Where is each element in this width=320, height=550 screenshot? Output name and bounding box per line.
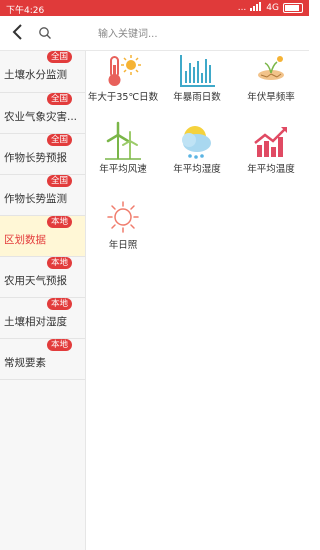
status-bar: 下午4:26 ... 4G <box>0 0 309 16</box>
sidebar-item-zoning-data[interactable]: 本地 区划数据 <box>0 216 85 257</box>
grid-item-annual-sunshine[interactable]: 年日照 <box>86 197 160 252</box>
grid-item-label: 年平均风速 <box>99 164 147 175</box>
scope-badge: 本地 <box>46 257 72 269</box>
grid-item-hot-days[interactable]: 年大于35℃日数 <box>86 53 160 104</box>
sidebar-item-soil-relative-humidity[interactable]: 本地 土壤相对湿度 <box>0 298 85 339</box>
scope-badge: 全国 <box>46 93 72 105</box>
drought-icon <box>258 56 284 80</box>
grid-item-label: 年平均湿度 <box>173 164 221 175</box>
sidebar-item-agri-disaster[interactable]: 全国 农业气象灾害... <box>0 93 85 134</box>
grid-item-label: 年暴雨日数 <box>173 92 221 103</box>
sidebar-item-label: 农业气象灾害... <box>4 111 78 123</box>
search-input[interactable] <box>96 23 300 45</box>
temperature-trend-icon <box>254 127 287 157</box>
battery-icon <box>283 3 303 13</box>
grid-item-summer-drought-frequency[interactable]: 年伏旱频率 <box>234 53 308 104</box>
scope-badge: 全国 <box>46 134 72 146</box>
wind-turbine-icon <box>105 121 141 160</box>
grid-item-label: 年平均温度 <box>247 164 295 175</box>
grid-item-avg-humidity[interactable]: 年平均湿度 <box>160 121 234 176</box>
grid-item-label: 年伏旱频率 <box>247 92 295 103</box>
search-icon[interactable] <box>38 26 52 40</box>
sidebar-item-soil-moisture-monitoring[interactable]: 全国 土壤水分监测 <box>0 51 85 93</box>
humidity-cloud-icon <box>182 126 211 159</box>
sidebar-item-agri-weather-forecast[interactable]: 本地 农用天气预报 <box>0 257 85 298</box>
sidebar-item-label: 农用天气预报 <box>4 275 67 287</box>
scope-badge: 本地 <box>46 298 72 310</box>
sidebar-item-label: 土壤水分监测 <box>4 69 67 81</box>
grid-item-label: 年大于35℃日数 <box>87 92 159 103</box>
grid-item-avg-temperature[interactable]: 年平均温度 <box>234 121 308 176</box>
sidebar-item-label: 常规要素 <box>4 357 46 369</box>
grid-item-avg-wind-speed[interactable]: 年平均风速 <box>86 121 160 176</box>
grid-item-rainstorm-days[interactable]: 年暴雨日数 <box>160 53 234 104</box>
sidebar-item-label: 作物长势预报 <box>4 152 67 164</box>
notification-dots: ... <box>237 3 247 13</box>
scope-badge: 全国 <box>46 51 72 63</box>
scope-badge: 本地 <box>46 339 72 351</box>
sidebar-item-regular-elements[interactable]: 本地 常规要素 <box>0 339 85 380</box>
search-bar <box>0 16 309 51</box>
sun-icon <box>107 201 139 233</box>
scope-badge: 全国 <box>46 175 72 187</box>
status-time: 下午4:26 <box>6 6 45 16</box>
thermometer-sun-icon <box>108 55 141 86</box>
sidebar-item-label: 作物长势监测 <box>4 193 67 205</box>
status-icons: ... 4G <box>238 2 303 14</box>
chevron-left-icon <box>12 24 22 40</box>
grid-item-label: 年日照 <box>108 240 138 251</box>
sidebar-item-crop-growth-forecast[interactable]: 全国 作物长势预报 <box>0 134 85 175</box>
sidebar-item-crop-growth-monitoring[interactable]: 全国 作物长势监测 <box>0 175 85 216</box>
sidebar-item-label: 土壤相对湿度 <box>4 316 67 328</box>
scope-badge: 本地 <box>46 216 72 228</box>
category-sidebar: 全国 土壤水分监测 全国 农业气象灾害... 全国 作物长势预报 全国 作物长势… <box>0 51 86 550</box>
signal-icon <box>250 2 262 14</box>
sidebar-item-label: 区划数据 <box>4 234 46 246</box>
back-button[interactable] <box>8 22 28 42</box>
rain-chart-icon <box>180 55 215 87</box>
network-label: 4G <box>266 3 279 13</box>
